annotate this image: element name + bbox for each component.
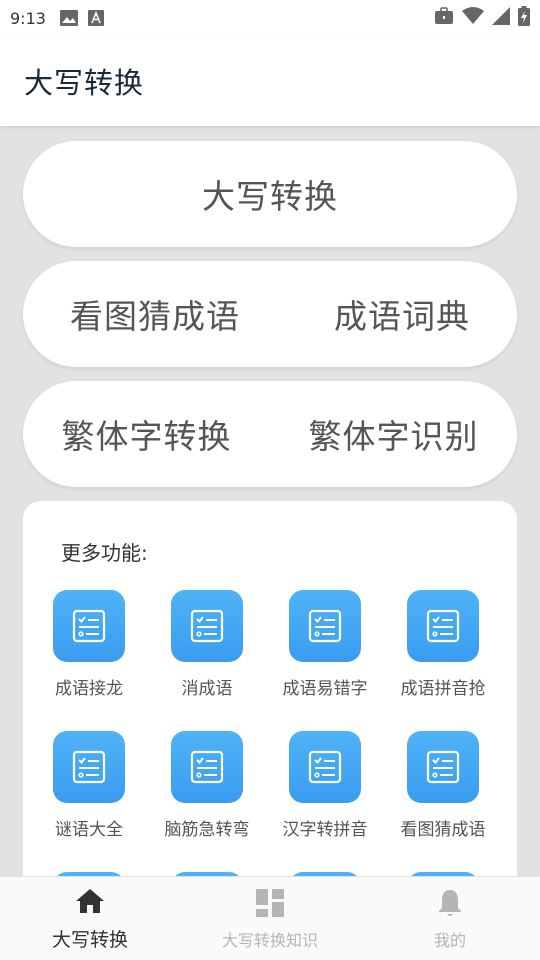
nav-label: 大写转换知识 xyxy=(221,930,318,950)
feature-item-idiom-typo[interactable]: 成语易错字 xyxy=(266,590,384,699)
nav-item-convert[interactable]: 大写转换 xyxy=(0,877,180,960)
checklist-icon xyxy=(171,731,243,803)
checklist-icon xyxy=(289,731,361,803)
home-icon xyxy=(75,885,105,917)
feature-row-1: 大写转换 xyxy=(23,141,517,247)
app-bar: 大写转换 xyxy=(0,36,540,126)
feature-item-hanzi-pinyin[interactable]: 汉字转拼音 xyxy=(266,731,384,840)
feature-item-label: 汉字转拼音 xyxy=(282,820,368,840)
checklist-icon xyxy=(407,731,479,803)
more-features-card: 更多功能: 成语接龙 消成语 成语易错字 成语拼音抢 谜语大全 脑筋急转弯 汉字… xyxy=(23,501,517,876)
font-icon xyxy=(87,10,104,26)
feature-item-guess-idiom[interactable]: 看图猜成语 xyxy=(384,731,502,840)
feature-row-3: 繁体字转换 繁体字识别 xyxy=(23,381,517,487)
bell-icon xyxy=(437,887,463,919)
traditional-convert-button[interactable]: 繁体字转换 xyxy=(62,410,232,458)
feature-item-label: 脑筋急转弯 xyxy=(164,820,250,840)
briefcase-icon xyxy=(434,7,454,29)
feature-item-label: 消成语 xyxy=(181,679,233,699)
feature-item-riddles[interactable]: 谜语大全 xyxy=(30,731,148,840)
checklist-icon xyxy=(53,731,125,803)
feature-item-label: 成语易错字 xyxy=(282,679,368,699)
feature-item-idiom-chain[interactable]: 成语接龙 xyxy=(30,590,148,699)
checklist-icon xyxy=(289,590,361,662)
feature-item-idiom-pinyin[interactable]: 成语拼音抢 xyxy=(384,590,502,699)
nav-label: 我的 xyxy=(433,930,466,950)
feature-item-brain-teaser[interactable]: 脑筋急转弯 xyxy=(148,731,266,840)
feature-item-label: 成语接龙 xyxy=(55,679,123,699)
idiom-dictionary-button[interactable]: 成语词典 xyxy=(334,290,470,338)
signal-icon xyxy=(492,7,510,29)
image-icon xyxy=(59,10,78,26)
feature-row-2: 看图猜成语 成语词典 xyxy=(23,261,517,367)
traditional-recognize-button[interactable]: 繁体字识别 xyxy=(309,410,479,458)
uppercase-convert-button[interactable]: 大写转换 xyxy=(202,170,338,218)
status-time: 9:13 xyxy=(10,8,46,28)
wifi-icon xyxy=(462,7,484,29)
guess-idiom-button[interactable]: 看图猜成语 xyxy=(70,290,240,338)
more-features-title: 更多功能: xyxy=(61,541,148,565)
status-bar: 9:13 xyxy=(0,0,540,36)
checklist-icon xyxy=(171,590,243,662)
nav-item-knowledge[interactable]: 大写转换知识 xyxy=(180,877,360,960)
feature-item-label: 成语拼音抢 xyxy=(400,679,486,699)
feature-item-eliminate-idiom[interactable]: 消成语 xyxy=(148,590,266,699)
nav-item-mine[interactable]: 我的 xyxy=(360,877,540,960)
main-content: 大写转换 看图猜成语 成语词典 繁体字转换 繁体字识别 更多功能: 成语接龙 消… xyxy=(0,126,540,876)
bottom-nav: 大写转换 大写转换知识 我的 xyxy=(0,876,540,960)
page-title: 大写转换 xyxy=(24,66,145,100)
feature-item-label: 谜语大全 xyxy=(55,820,123,840)
dashboard-icon xyxy=(255,887,285,919)
feature-item-label: 看图猜成语 xyxy=(400,820,486,840)
battery-charging-icon xyxy=(518,6,530,30)
checklist-icon xyxy=(53,590,125,662)
nav-label: 大写转换 xyxy=(51,929,128,951)
checklist-icon xyxy=(407,590,479,662)
